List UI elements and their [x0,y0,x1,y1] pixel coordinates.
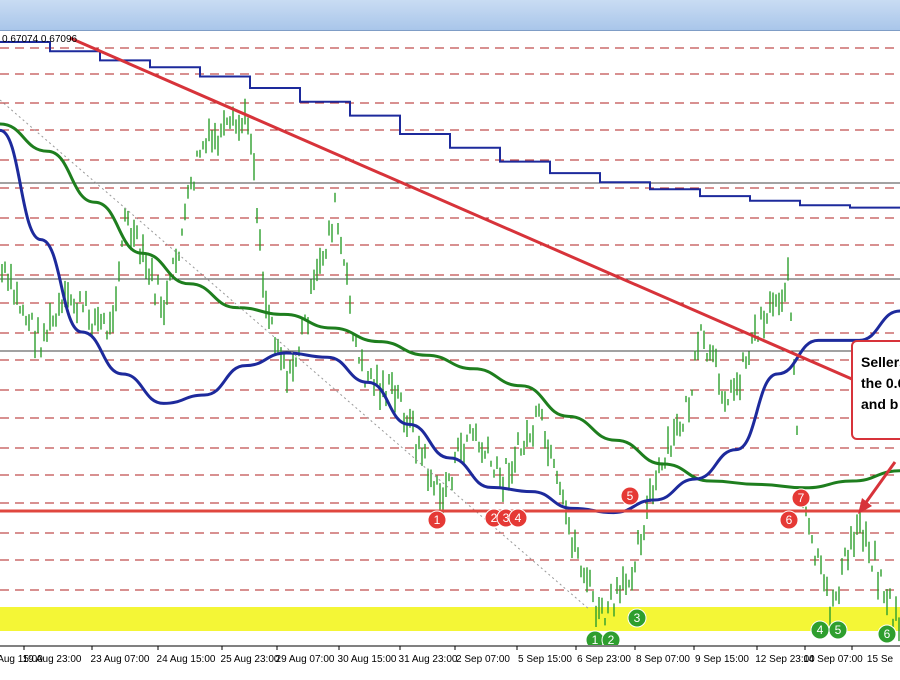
x-tick-label: 14 Sep 07:00 [803,654,863,665]
marker-label: 4 [515,511,522,525]
x-tick-label: 2 Sep 07:00 [456,654,510,665]
marker-label: 5 [627,489,634,503]
marker-green-4: 4 [810,620,830,640]
price-readout: 0.67074 0.67096 [2,34,78,45]
marker-green-6: 6 [877,624,897,644]
price-chart: 1 2 3 45671 234 5 6 Aug 15:0019 Aug 23:00 23 Au… [0,36,900,675]
marker-red-6: 6 [779,510,799,530]
marker-label: 2 [608,633,615,647]
x-tick-label: 9 Sep 15:00 [695,654,749,665]
marker-label: 1 [592,633,599,647]
marker-label: 6 [786,513,793,527]
marker-green-5: 5 [828,620,848,640]
marker-label: 7 [798,491,805,505]
downtrend-line [69,36,900,402]
marker-red-7: 7 [791,488,811,508]
grid-layer [0,47,900,591]
marker-label: 4 [817,623,824,637]
marker-red-4: 4 [508,508,528,528]
window-title-bar [0,0,900,31]
x-tick-label: 30 Aug 15:00 [338,654,397,665]
x-tick-label: 8 Sep 07:00 [636,654,690,665]
annotation-line-2: the 0.6 [861,375,900,391]
annotation-line-3: and b [861,396,899,412]
marker-label: 6 [884,627,891,641]
x-tick-label: 15 Se [867,654,894,665]
x-tick-label: 6 Sep 23:00 [577,654,631,665]
marker-label: 3 [634,611,641,625]
marker-label: 1 [434,513,441,527]
annotation-line-1: Sellers [861,354,900,370]
x-tick-label: 5 Sep 15:00 [518,654,572,665]
marker-green-3: 3 [627,608,647,628]
marker-label: 5 [835,623,842,637]
x-tick-label: 25 Aug 23:00 [221,654,280,665]
x-tick-label: 24 Aug 15:00 [157,654,216,665]
x-tick-label: 23 Aug 07:00 [91,654,150,665]
arrow-shaft [860,461,897,509]
x-tick-label: 31 Aug 23:00 [399,654,458,665]
x-tick-label: 19 Aug 23:00 [23,654,82,665]
support-zone [0,607,900,631]
marker-red-1: 1 [427,510,447,530]
marker-red-5: 5 [620,486,640,506]
chart-area[interactable]: 1234567123456 Aug 15:00 19 Aug 23:00 23 Au… [0,30,900,675]
annotation-box: Sellers the 0.6 and b [851,340,900,440]
x-tick-label: 29 Aug 07:00 [276,654,335,665]
moving-average-green [0,122,900,490]
